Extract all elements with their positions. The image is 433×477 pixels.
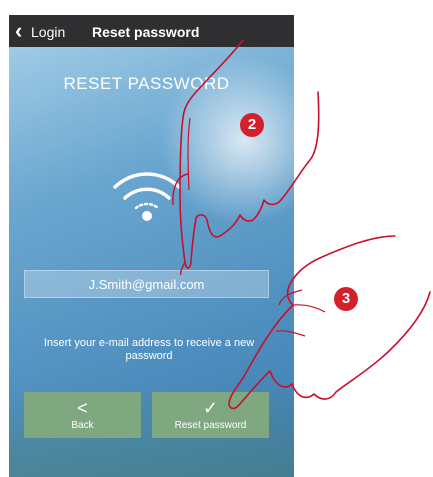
step-badge-3: 3: [334, 287, 358, 311]
pointing-hand-icon: [228, 235, 431, 410]
step-badge-2: 2: [240, 113, 264, 137]
